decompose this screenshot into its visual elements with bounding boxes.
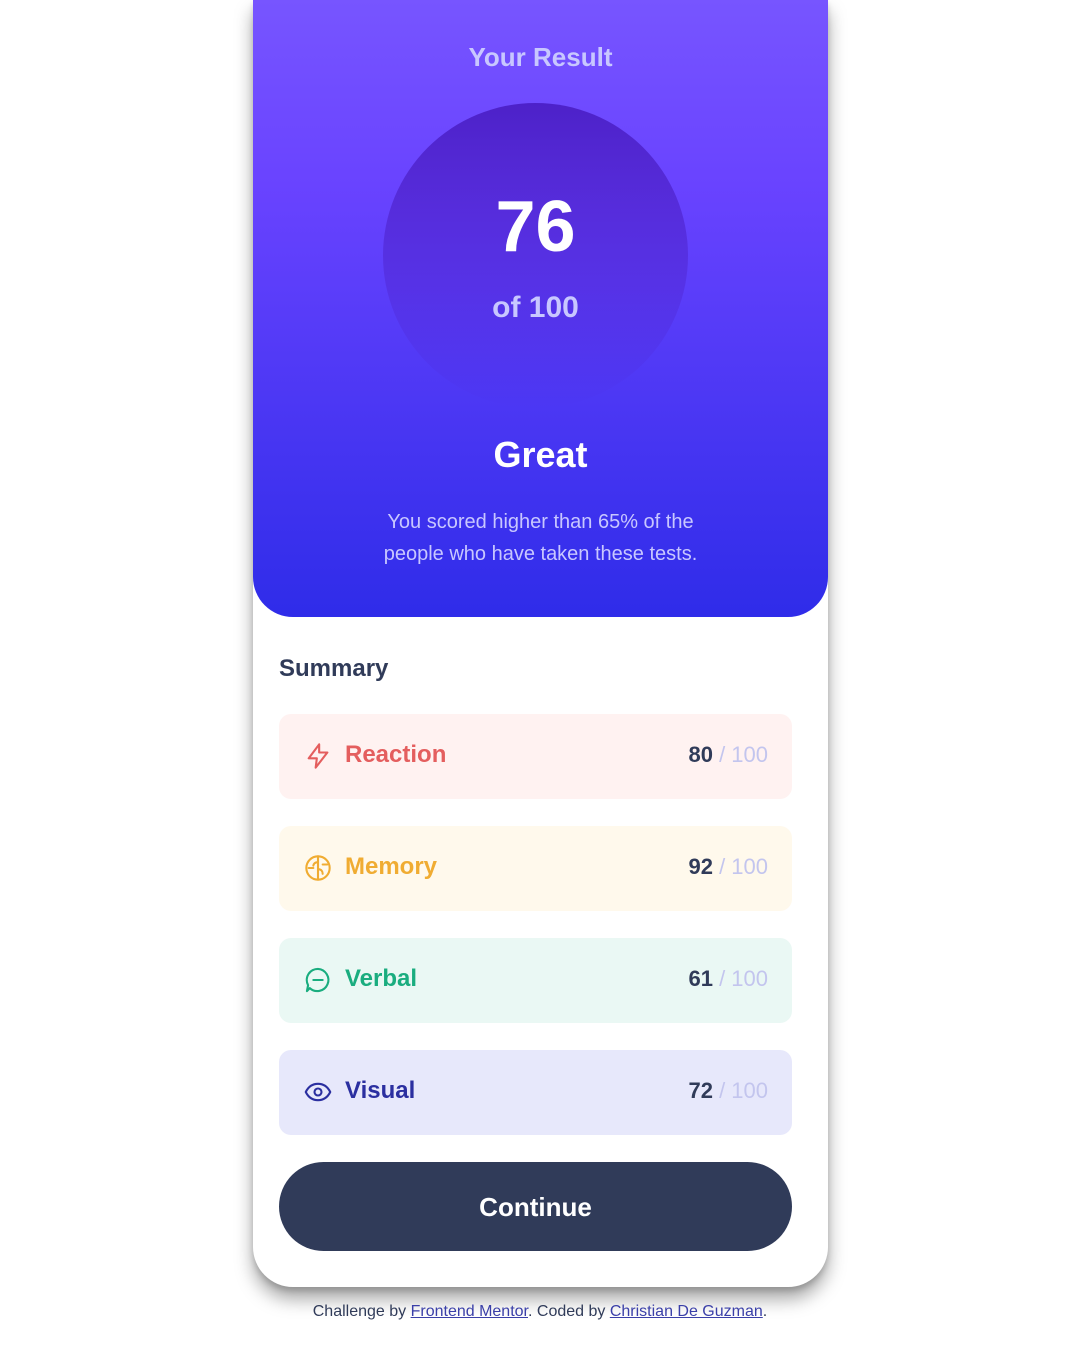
footer-middle: . Coded by [528, 1303, 610, 1320]
brain-icon [304, 854, 332, 882]
summary-item-reaction: Reaction 80 / 100 [279, 714, 792, 799]
attribution-footer: Challenge by Frontend Mentor. Coded by C… [0, 1303, 1080, 1321]
summary-item-score: 72 / 100 [688, 1078, 768, 1104]
summary-item-memory: Memory 92 / 100 [279, 826, 792, 911]
page: Your Result 76 of 100 Great You scored h… [0, 0, 1080, 1350]
summary-item-label: Visual [345, 1077, 416, 1104]
eye-icon [304, 1078, 332, 1106]
summary-item-max: / 100 [719, 1078, 768, 1103]
summary-item-score: 61 / 100 [688, 966, 768, 992]
summary-title: Summary [279, 655, 389, 682]
summary-item-max: / 100 [719, 854, 768, 879]
summary-item-score: 92 / 100 [688, 854, 768, 880]
summary-item-label: Verbal [345, 965, 418, 992]
result-panel: Your Result 76 of 100 Great You scored h… [253, 0, 828, 617]
score-circle: 76 of 100 [383, 103, 688, 408]
score-value: 76 [495, 187, 576, 267]
score-max: of 100 [492, 291, 579, 324]
summary-item-value: 61 [688, 966, 713, 991]
results-card: Your Result 76 of 100 Great You scored h… [253, 0, 828, 1287]
continue-button[interactable]: Continue [279, 1162, 792, 1251]
lightning-icon [304, 742, 332, 770]
summary-item-score: 80 / 100 [688, 742, 768, 768]
summary-item-value: 80 [688, 742, 713, 767]
summary-item-verbal: Verbal 61 / 100 [279, 938, 792, 1023]
summary-item-label: Reaction [345, 741, 447, 768]
summary-item-max: / 100 [719, 742, 768, 767]
result-title: Your Result [468, 42, 613, 72]
footer-prefix: Challenge by [312, 1303, 411, 1320]
summary-item-max: / 100 [719, 966, 768, 991]
result-description: You scored higher than 65% of the people… [383, 511, 698, 565]
rating-label: Great [493, 434, 588, 475]
summary-item-visual: Visual 72 / 100 [279, 1050, 792, 1135]
summary-item-value: 92 [688, 854, 713, 879]
footer-suffix: . [762, 1303, 768, 1320]
chat-bubble-icon [304, 966, 332, 994]
frontend-mentor-link[interactable]: Frontend Mentor [411, 1303, 528, 1320]
summary-item-value: 72 [688, 1078, 713, 1103]
author-link[interactable]: Christian De Guzman [610, 1303, 763, 1320]
summary-item-label: Memory [345, 853, 438, 880]
